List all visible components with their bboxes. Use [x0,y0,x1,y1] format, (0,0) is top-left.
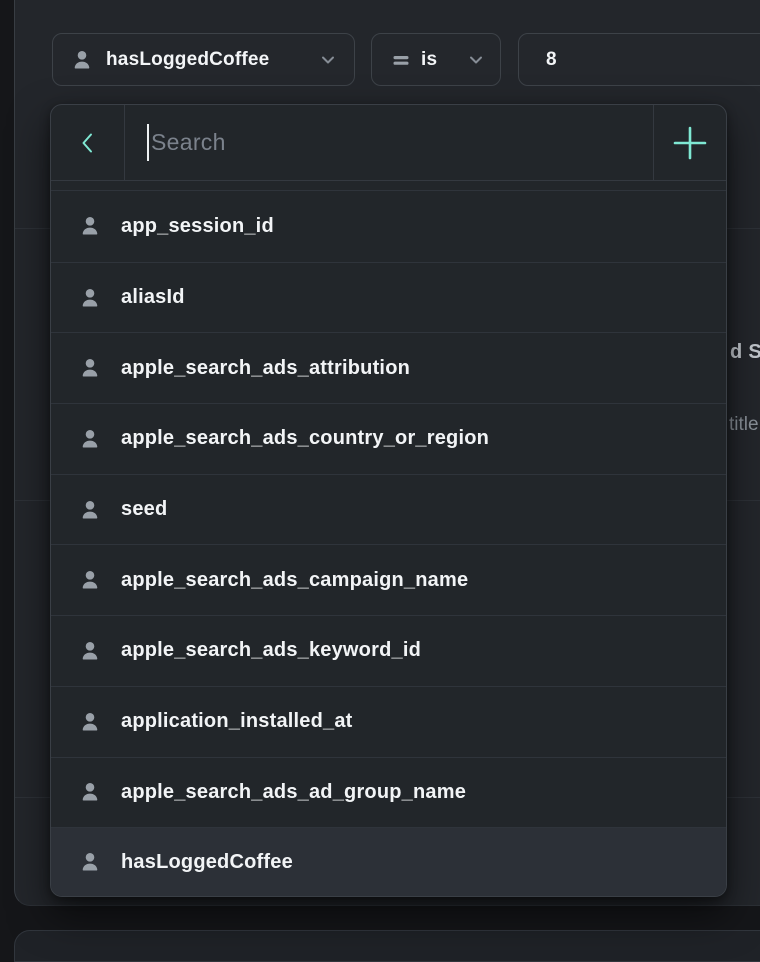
list-item-label: apple_search_ads_country_or_region [121,427,489,450]
list-item[interactable]: apple_search_ads_keyword_id [51,615,726,686]
bottom-card [14,930,760,962]
list-item-label: app_session_id [121,215,274,238]
list-item[interactable]: apple_search_ads_attribution [51,332,726,403]
filter-operator-chip[interactable]: is [371,33,501,86]
value-chip-text: 8 [546,49,557,71]
user-icon [79,569,101,591]
dropdown-header [51,105,726,181]
list-item-label: hasLoggedCoffee [121,851,293,874]
scrolled-row-sliver [51,181,726,191]
user-icon [79,428,101,450]
filter-value-chip[interactable]: 8 [518,33,760,86]
search-field-wrap [125,105,653,180]
user-icon [79,711,101,733]
list-item-label: apple_search_ads_keyword_id [121,639,421,662]
list-item[interactable]: apple_search_ads_campaign_name [51,544,726,615]
clipped-background-text: title [729,414,759,436]
user-icon [79,357,101,379]
list-item-label: seed [121,498,167,521]
user-icon [79,215,101,237]
operator-chip-label: is [421,49,437,71]
plus-icon [672,125,708,161]
user-icon [71,49,93,71]
user-icon [79,781,101,803]
user-icon [79,851,101,873]
list-item[interactable]: aliasId [51,262,726,333]
text-cursor [147,124,149,161]
user-icon [79,640,101,662]
search-input[interactable] [125,105,653,180]
list-item-label: aliasId [121,286,185,309]
clipped-background-text: d S [730,341,760,364]
equals-icon [392,51,410,69]
filter-property-chip[interactable]: hasLoggedCoffee [52,33,355,86]
list-item-label: application_installed_at [121,710,353,733]
list-item-label: apple_search_ads_attribution [121,357,410,380]
property-chip-label: hasLoggedCoffee [106,49,269,71]
list-item[interactable]: apple_search_ads_country_or_region [51,403,726,474]
app-background: { "colors": { "accent_teal": "#7fe8d3", … [0,0,760,944]
list-item-label: apple_search_ads_campaign_name [121,569,468,592]
property-list: app_session_id aliasId apple_search_ads_… [51,181,726,896]
user-icon [79,287,101,309]
chevron-down-icon [318,50,338,70]
list-item-label: apple_search_ads_ad_group_name [121,781,466,804]
back-button[interactable] [51,105,125,180]
user-icon [79,499,101,521]
add-property-button[interactable] [653,105,726,180]
chevron-down-icon [466,50,486,70]
list-item[interactable]: application_installed_at [51,686,726,757]
list-item-selected[interactable]: hasLoggedCoffee [51,827,726,896]
property-select-dropdown: app_session_id aliasId apple_search_ads_… [50,104,727,897]
chevron-left-icon [75,130,101,156]
list-item[interactable]: apple_search_ads_ad_group_name [51,757,726,828]
list-item[interactable]: seed [51,474,726,545]
list-item[interactable]: app_session_id [51,191,726,262]
